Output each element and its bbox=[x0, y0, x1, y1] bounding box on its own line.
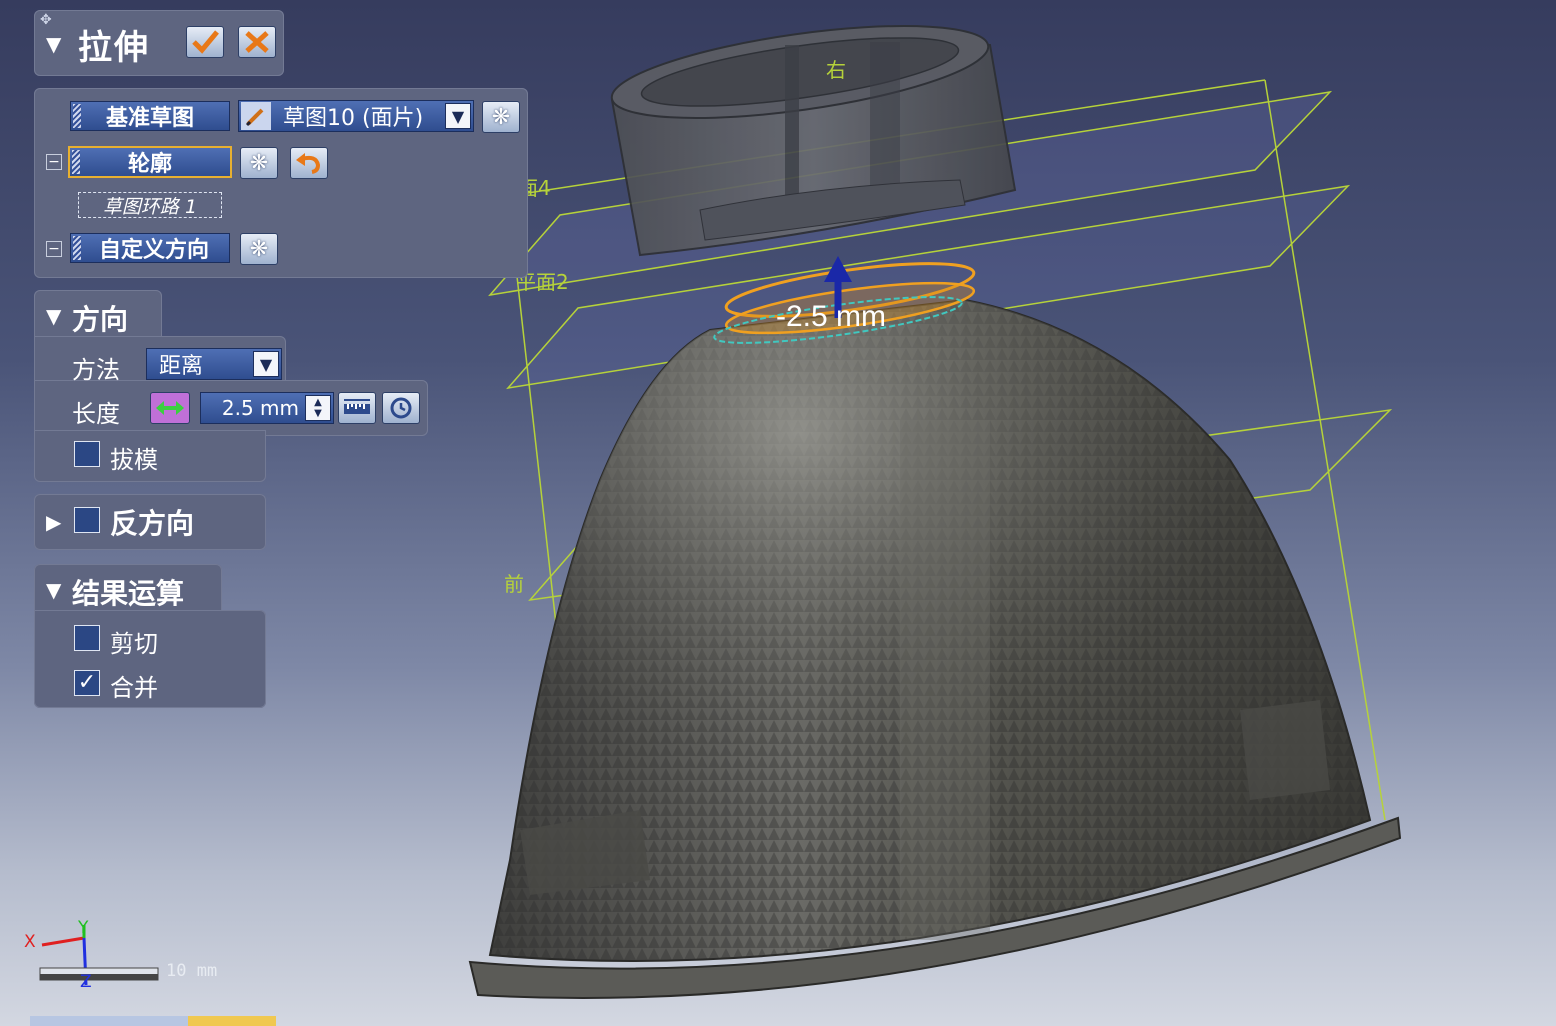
cancel-x-icon bbox=[245, 31, 269, 53]
profile-select-button[interactable]: ❋ bbox=[240, 147, 278, 179]
draft-label: 拔模 bbox=[110, 446, 158, 474]
triad-y-label: Y bbox=[78, 918, 89, 938]
method-dropdown[interactable]: 距离 ▼ bbox=[146, 348, 282, 380]
cancel-button[interactable] bbox=[238, 26, 276, 58]
draft-checkbox[interactable] bbox=[74, 441, 100, 467]
base-sketch-value: 草图10 (面片) bbox=[283, 106, 424, 131]
axis-triad bbox=[39, 925, 159, 986]
triad-x-label: X bbox=[24, 932, 36, 952]
custom-direction-select-button[interactable]: ❋ bbox=[240, 233, 278, 265]
collapse-custom-direction-icon[interactable]: − bbox=[46, 241, 62, 257]
method-value: 距离 bbox=[159, 354, 204, 379]
length-value: 2.5 mm bbox=[221, 396, 299, 420]
length-input[interactable]: 2.5 mm ▲ ▼ bbox=[200, 392, 334, 424]
pin-icon[interactable]: ✥ bbox=[40, 12, 52, 28]
select-filter-icon: ❋ bbox=[249, 150, 269, 176]
triad-z-label: Z bbox=[80, 972, 92, 992]
merge-label: 合并 bbox=[110, 674, 158, 702]
result-section-title[interactable]: 结果运算 bbox=[72, 572, 184, 612]
sketch-loop-item[interactable]: 草图环路 1 bbox=[78, 192, 222, 218]
profile-button[interactable]: 轮廓 bbox=[68, 146, 232, 178]
cut-checkbox[interactable] bbox=[74, 625, 100, 651]
history-icon bbox=[390, 397, 412, 419]
undo-icon bbox=[296, 153, 321, 174]
base-sketch-select-button[interactable]: ❋ bbox=[482, 101, 520, 133]
history-button[interactable] bbox=[382, 392, 420, 424]
sketch-pencil-icon bbox=[241, 102, 271, 130]
base-sketch-dropdown[interactable]: 草图10 (面片) ▼ bbox=[238, 100, 474, 132]
result-collapse-icon[interactable]: ▼ bbox=[46, 578, 61, 602]
select-filter-icon: ❋ bbox=[491, 104, 511, 130]
flip-direction-button[interactable] bbox=[150, 392, 190, 424]
reverse-direction-title[interactable]: 反方向 bbox=[110, 502, 194, 542]
chevron-down-icon[interactable]: ▼ bbox=[253, 351, 279, 377]
ok-button[interactable] bbox=[186, 26, 224, 58]
scale-bar-label: 10 mm bbox=[166, 961, 218, 981]
dimension-label[interactable]: -2.5 mm bbox=[776, 300, 886, 334]
measure-button[interactable] bbox=[338, 392, 376, 424]
cut-label: 剪切 bbox=[110, 630, 158, 658]
ruler-icon bbox=[344, 399, 370, 414]
ok-check-icon bbox=[192, 30, 219, 54]
direction-section-title[interactable]: 方向 bbox=[72, 298, 128, 338]
collapse-profile-icon[interactable]: − bbox=[46, 154, 62, 170]
reverse-direction-checkbox[interactable] bbox=[74, 507, 100, 533]
expand-triangle-icon[interactable]: ▶ bbox=[46, 510, 61, 534]
custom-direction-label: 自定义方向 bbox=[98, 238, 209, 263]
bottom-tab-right[interactable] bbox=[188, 1016, 276, 1026]
check-mark-icon: ✓ bbox=[77, 670, 97, 695]
plane-label-right: 右 bbox=[826, 58, 846, 82]
direction-collapse-icon[interactable]: ▼ bbox=[46, 304, 61, 328]
chevron-down-icon[interactable]: ▼ bbox=[445, 103, 471, 129]
base-sketch-button[interactable]: 基准草图 bbox=[70, 101, 230, 131]
profile-label: 轮廓 bbox=[127, 152, 172, 177]
spinner-icon[interactable]: ▲ ▼ bbox=[305, 395, 331, 421]
custom-direction-button[interactable]: 自定义方向 bbox=[70, 233, 230, 263]
flip-direction-icon bbox=[156, 401, 184, 415]
profile-undo-button[interactable] bbox=[290, 147, 328, 179]
bell-body bbox=[468, 298, 1402, 1000]
plane-label-front: 前 bbox=[504, 572, 524, 596]
length-label: 长度 bbox=[72, 400, 120, 428]
panel-title: 拉伸 bbox=[78, 28, 150, 68]
panel-title-bar: ✥ ▼ 拉伸 bbox=[34, 10, 284, 76]
merge-checkbox[interactable]: ✓ bbox=[74, 670, 100, 696]
bottom-tab-left[interactable] bbox=[30, 1016, 190, 1026]
select-filter-icon: ❋ bbox=[249, 236, 269, 262]
collapse-triangle-icon[interactable]: ▼ bbox=[46, 32, 61, 56]
base-sketch-label: 基准草图 bbox=[105, 106, 194, 131]
method-label: 方法 bbox=[72, 356, 120, 384]
